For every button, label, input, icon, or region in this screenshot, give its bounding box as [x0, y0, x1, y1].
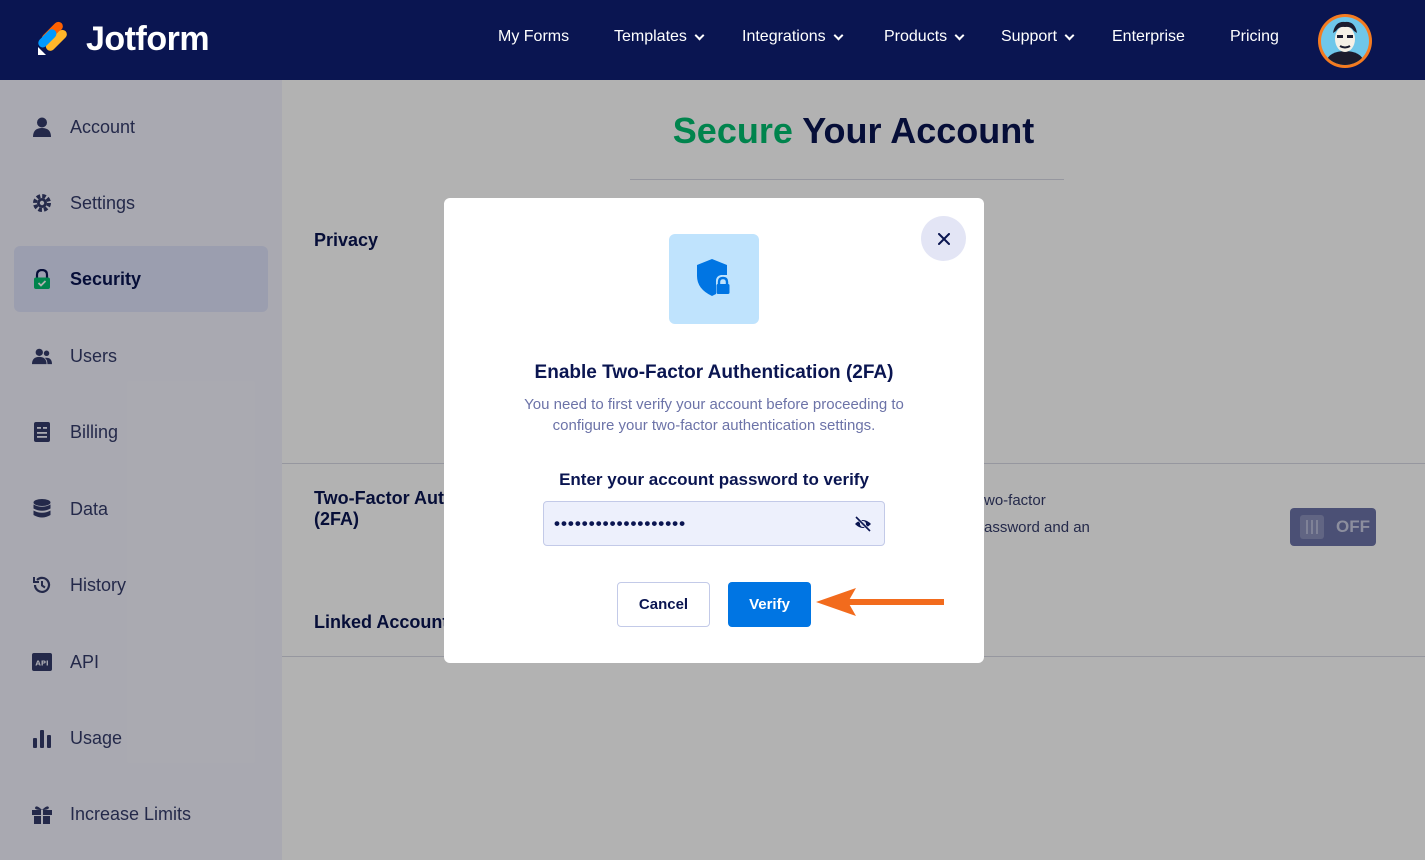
nav-label: My Forms [498, 28, 570, 45]
shield-badge [669, 234, 759, 324]
chevron-down-icon [833, 30, 844, 40]
nav-templates[interactable]: Templates [614, 28, 705, 46]
close-icon [937, 232, 950, 245]
modal-title: Enable Two-Factor Authentication (2FA) [534, 362, 894, 383]
shield-lock-icon [697, 259, 730, 296]
password-value: ••••••••••••••••••• [554, 513, 687, 533]
jotform-logo[interactable]: Jotform [36, 18, 210, 60]
nav-enterprise[interactable]: Enterprise [1112, 28, 1185, 46]
nav-label: Integrations [742, 28, 826, 45]
top-navigation-bar: Jotform My Forms Templates Integrations … [0, 0, 1425, 80]
brand-name: Jotform [86, 19, 210, 58]
nav-products[interactable]: Products [884, 28, 965, 46]
password-label: Enter your account password to verify [559, 470, 869, 489]
nav-label: Pricing [1230, 28, 1279, 45]
chevron-down-icon [694, 30, 705, 40]
nav-label: Enterprise [1112, 28, 1185, 45]
nav-my-forms[interactable]: My Forms [498, 28, 569, 46]
nav-label: Templates [614, 28, 687, 45]
cancel-button[interactable]: Cancel [617, 582, 710, 627]
user-avatar[interactable] [1318, 14, 1372, 68]
annotation-arrow [816, 588, 944, 616]
chevron-down-icon [954, 30, 965, 40]
jotform-logo-icon [38, 21, 67, 55]
nav-pricing[interactable]: Pricing [1230, 28, 1279, 46]
modal-description: You need to first verify your account be… [524, 396, 904, 434]
avatar-image [1321, 17, 1369, 65]
password-field[interactable]: ••••••••••••••••••• [543, 501, 885, 546]
nav-label: Products [884, 28, 948, 45]
verify-button[interactable]: Verify [728, 582, 811, 627]
nav-integrations[interactable]: Integrations [742, 28, 844, 46]
eye-slash-icon[interactable] [854, 515, 872, 533]
chevron-down-icon [1064, 30, 1075, 40]
close-button[interactable] [921, 216, 966, 261]
nav-label: Support [1001, 28, 1058, 45]
nav-support[interactable]: Support [1001, 28, 1075, 46]
